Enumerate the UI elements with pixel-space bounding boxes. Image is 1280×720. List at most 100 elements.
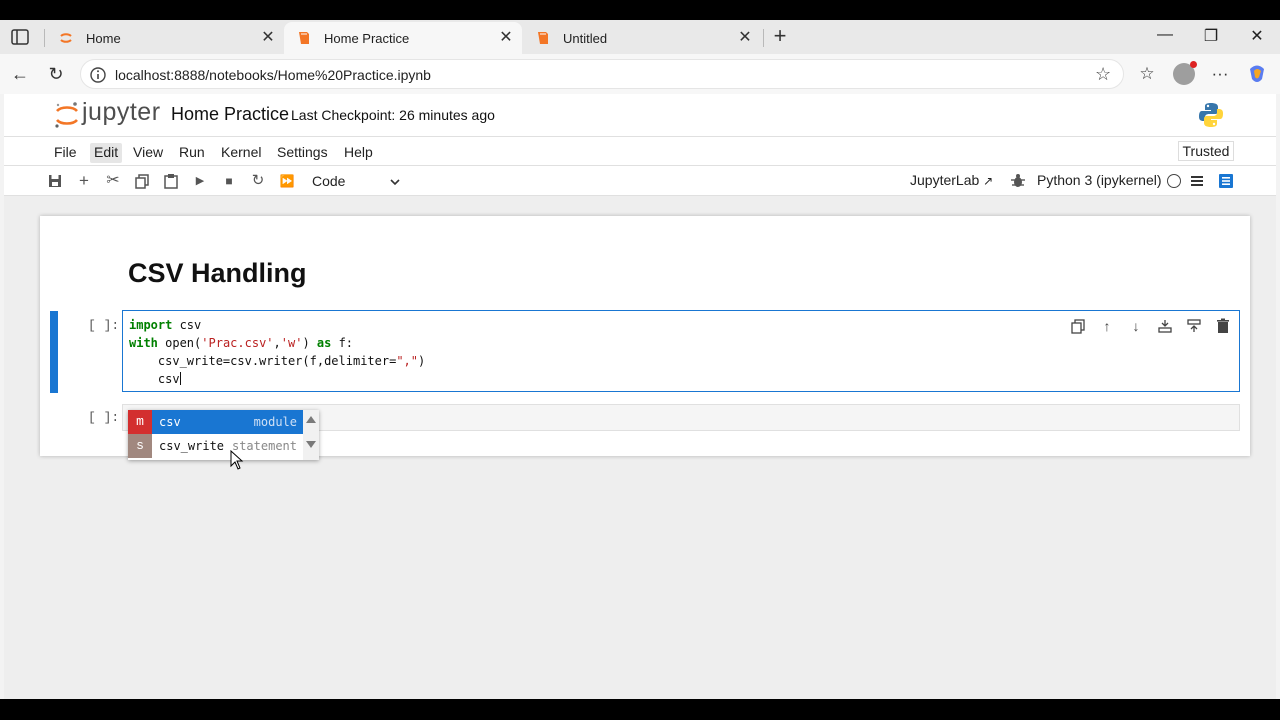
favorite-star-icon[interactable]: ☆ (1095, 64, 1115, 84)
trusted-badge[interactable]: Trusted (1178, 141, 1234, 161)
code-string: "," (396, 354, 418, 368)
scroll-down-icon[interactable] (306, 441, 316, 448)
menu-bar: File Edit View Run Kernel Settings Help … (4, 136, 1276, 166)
code-line: csv_write=csv.writer(f,delimiter=",") (129, 354, 425, 368)
code-keyword: import (129, 318, 173, 332)
jupyterlab-link[interactable]: JupyterLab ↗ (910, 172, 993, 188)
completion-label: csv_write (159, 439, 225, 453)
new-tab-button[interactable]: + (768, 25, 792, 48)
notification-dot (1190, 61, 1197, 68)
jupyter-favicon-icon (60, 33, 72, 43)
python-logo-icon (1199, 103, 1223, 127)
tab-strip: Home ✕ Home Practice ✕ Untitled ✕ + — ❐ … (0, 20, 1280, 54)
menu-settings[interactable]: Settings (273, 143, 332, 163)
code-text: ) (418, 354, 426, 368)
cell-prompt: [ ]: (88, 318, 120, 333)
markdown-heading[interactable]: CSV Handling (128, 258, 307, 289)
menu-lines-icon[interactable] (1188, 172, 1206, 190)
text-cursor (179, 372, 181, 385)
code-text: csv (129, 372, 180, 386)
run-all-icon[interactable]: ⏩ (278, 172, 296, 190)
code-string: 'w' (280, 336, 303, 350)
delete-cell-icon[interactable] (1214, 317, 1232, 335)
tab-label: Home Practice (324, 30, 410, 46)
cell-type-select[interactable]: Code (310, 169, 402, 193)
code-line: with open('Prac.csv','w') as f: (129, 336, 353, 350)
sidebar-toggle-icon[interactable] (10, 27, 30, 47)
menu-help[interactable]: Help (340, 143, 377, 163)
code-text: open( (157, 336, 202, 350)
cell-type-value: Code (312, 173, 346, 189)
debugger-bug-icon[interactable] (1009, 172, 1027, 190)
profile-avatar[interactable] (1173, 61, 1197, 85)
jupyter-header: jupyter Home Practice Last Checkpoint: 2… (4, 94, 1276, 136)
completion-item[interactable]: m csv module (128, 410, 303, 434)
refresh-icon[interactable]: ↻ (45, 63, 67, 85)
checkpoint-status: Last Checkpoint: 26 minutes ago (291, 107, 495, 123)
address-bar[interactable]: localhost:8888/notebooks/Home%20Practice… (80, 59, 1124, 89)
restart-icon[interactable]: ↻ (249, 172, 267, 190)
property-inspector-icon[interactable] (1217, 172, 1235, 190)
scroll-up-icon[interactable] (306, 416, 316, 423)
code-text: , (273, 336, 281, 350)
cut-icon[interactable]: ✂ (104, 172, 122, 190)
more-menu-icon[interactable]: ··· (1209, 63, 1231, 85)
tab-separator (763, 29, 764, 47)
close-tab-icon[interactable]: ✕ (498, 30, 514, 46)
mouse-pointer-icon (230, 450, 244, 470)
code-string: 'Prac.csv' (201, 336, 274, 350)
save-icon[interactable] (46, 172, 64, 190)
move-up-icon[interactable]: ↑ (1098, 317, 1116, 335)
screen: Home ✕ Home Practice ✕ Untitled ✕ + — ❐ … (0, 0, 1280, 720)
jupyterlab-label: JupyterLab (910, 172, 980, 188)
completion-item[interactable]: s csv_write statement (128, 434, 303, 458)
kernel-name[interactable]: Python 3 (ipykernel) (1037, 172, 1162, 188)
info-icon[interactable] (89, 66, 107, 84)
add-cell-icon[interactable]: + (75, 172, 93, 190)
browser-toolbar: ← ↻ localhost:8888/notebooks/Home%20Prac… (0, 54, 1280, 94)
jupyter-page: jupyter Home Practice Last Checkpoint: 2… (4, 94, 1276, 699)
copy-icon[interactable] (133, 172, 151, 190)
tab-untitled[interactable]: Untitled ✕ (523, 22, 761, 54)
notebook-title[interactable]: Home Practice (171, 104, 289, 125)
menu-edit[interactable]: Edit (90, 143, 123, 163)
cell-selection-indicator (50, 311, 58, 393)
paste-icon[interactable] (162, 172, 180, 190)
code-text: csv_write=csv.writer(f,delimiter= (129, 354, 397, 368)
kernel-status-icon (1167, 174, 1181, 188)
code-line: import csv (129, 318, 201, 332)
menu-run[interactable]: Run (175, 143, 209, 163)
insert-below-icon[interactable] (1185, 317, 1203, 335)
tab-home[interactable]: Home ✕ (46, 22, 284, 54)
insert-above-icon[interactable] (1156, 317, 1174, 335)
completion-kind: module (253, 415, 297, 429)
stop-icon[interactable]: ■ (220, 172, 238, 190)
completion-label: csv (159, 415, 181, 429)
completer-scrollbar[interactable] (303, 410, 319, 460)
external-link-icon: ↗ (983, 174, 994, 188)
jupyter-logo-text: jupyter (82, 98, 161, 126)
run-icon[interactable]: ▶ (191, 172, 209, 190)
code-cell-editor[interactable]: import csv with open('Prac.csv','w') as … (122, 310, 1240, 392)
close-tab-icon[interactable]: ✕ (737, 30, 753, 46)
move-down-icon[interactable]: ↓ (1127, 317, 1145, 335)
menu-kernel[interactable]: Kernel (217, 143, 265, 163)
close-window-icon[interactable]: ✕ (1245, 26, 1269, 48)
notebook-favicon-icon (299, 32, 309, 44)
minimize-icon[interactable]: — (1153, 26, 1177, 48)
tab-home-practice[interactable]: Home Practice ✕ (284, 22, 522, 54)
code-keyword: as (316, 336, 332, 350)
restore-icon[interactable]: ❐ (1199, 26, 1223, 48)
code-text: ) (302, 336, 317, 350)
notebook-toolbar: + ✂ ▶ ■ ↻ ⏩ Code JupyterLab ↗ Python 3 (… (4, 166, 1276, 196)
code-text: f: (331, 336, 354, 350)
duplicate-cell-icon[interactable] (1069, 317, 1087, 335)
menu-file[interactable]: File (50, 143, 81, 163)
back-icon[interactable]: ← (9, 63, 31, 85)
close-tab-icon[interactable]: ✕ (260, 30, 276, 46)
code-text: csv (172, 318, 202, 332)
copilot-icon[interactable] (1246, 63, 1268, 85)
menu-view[interactable]: View (129, 143, 167, 163)
favorites-icon[interactable]: ☆ (1136, 63, 1158, 85)
completion-type-badge: s (128, 434, 152, 458)
